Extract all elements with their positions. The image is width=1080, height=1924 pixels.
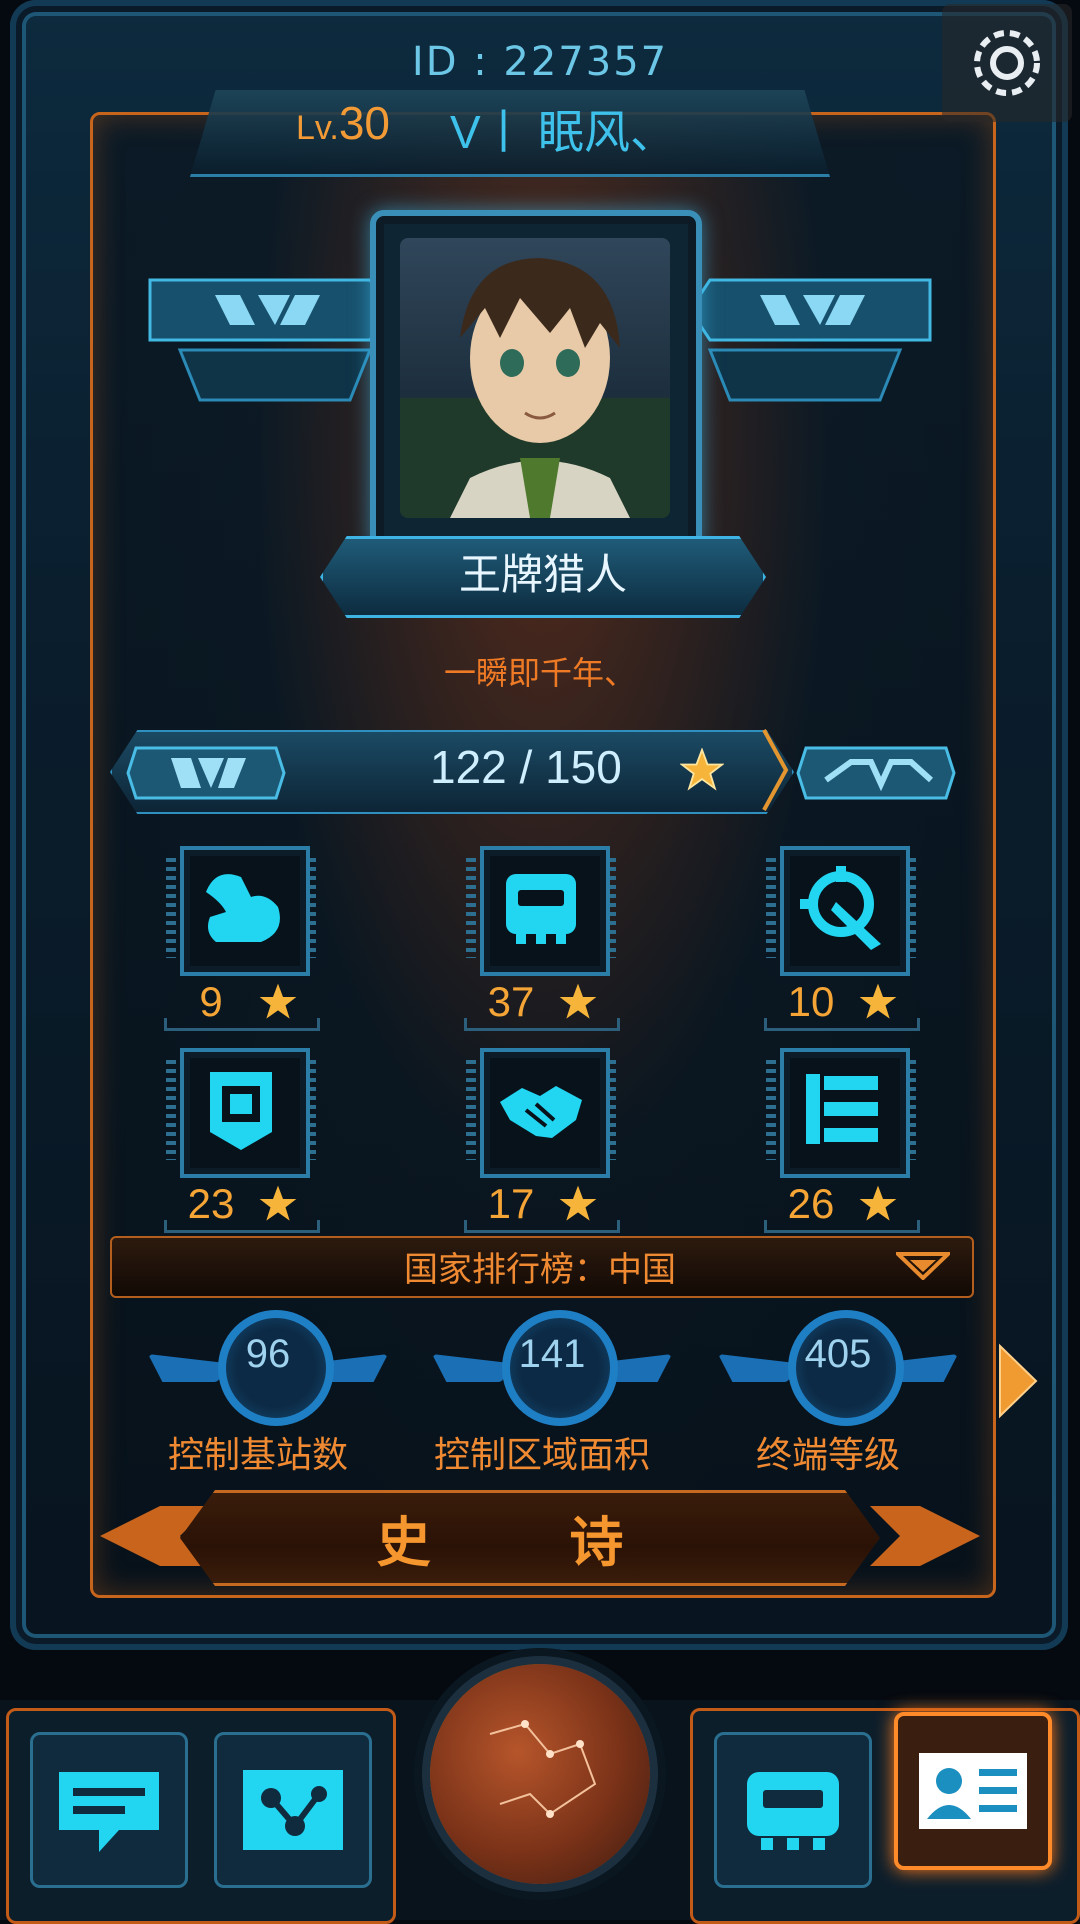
id-card-icon xyxy=(919,1753,1027,1829)
progress-end-marker xyxy=(762,729,789,811)
attribute-count: 26 xyxy=(758,1180,920,1233)
player-level: Lv.30 xyxy=(296,96,390,150)
nav-profile-button[interactable] xyxy=(894,1712,1052,1870)
level-value: 30 xyxy=(338,97,391,149)
attribute-tile-strength[interactable] xyxy=(166,838,316,988)
star-count: 122 / 150 xyxy=(430,741,622,793)
player-motto: 一瞬即千年、 xyxy=(443,654,636,692)
globe-icon xyxy=(489,1720,597,1818)
muscle-icon xyxy=(206,874,280,942)
attribute-count: 37 xyxy=(458,978,620,1031)
star-left-emblem xyxy=(126,746,286,800)
country-ranking-label: 国家排行榜：中国 xyxy=(404,1250,676,1290)
left-wing-emblem xyxy=(148,278,390,402)
chip-icon xyxy=(747,1772,839,1850)
attribute-count: 10 xyxy=(758,978,920,1031)
gear-icon xyxy=(974,30,1040,96)
attribute-count-value: 17 xyxy=(487,1180,535,1227)
nav-chip-button[interactable] xyxy=(714,1732,872,1888)
attribute-count: 9 xyxy=(158,978,320,1031)
attribute-tile-tech[interactable] xyxy=(766,1040,916,1190)
tree-icon xyxy=(806,1074,878,1144)
nav-network-button[interactable] xyxy=(214,1732,372,1888)
attribute-count: 23 xyxy=(158,1180,320,1233)
star-icon xyxy=(859,1185,897,1221)
star-icon xyxy=(259,983,297,1019)
star-icon xyxy=(859,983,897,1019)
attribute-count-value: 10 xyxy=(787,978,835,1025)
avatar-portrait xyxy=(400,258,670,518)
nav-chat-button[interactable] xyxy=(30,1732,188,1888)
stat-control-area: 141 xyxy=(432,1310,672,1430)
stat-value: 96 xyxy=(245,1332,291,1376)
right-wing-emblem xyxy=(690,278,932,402)
stat-value: 405 xyxy=(804,1332,872,1376)
attribute-tile-alliance[interactable] xyxy=(466,1040,616,1190)
player-title: 王牌猎人 xyxy=(320,536,766,618)
stat-value: 141 xyxy=(518,1332,586,1376)
level-prefix: Lv. xyxy=(296,109,339,147)
rank-title: 史 诗 xyxy=(376,1511,684,1574)
stat-label: 终端等级 xyxy=(755,1435,900,1476)
attribute-count-value: 23 xyxy=(187,1180,235,1227)
vip-mark: V丨 xyxy=(450,106,527,158)
attribute-tile-target[interactable] xyxy=(766,838,916,988)
settings-button[interactable] xyxy=(942,4,1072,122)
avatar[interactable] xyxy=(400,238,670,518)
chat-icon xyxy=(59,1772,159,1852)
star-icon xyxy=(259,1185,297,1221)
chevron-down-icon[interactable] xyxy=(896,1250,950,1280)
banner-icon xyxy=(210,1072,272,1150)
next-arrow-icon[interactable] xyxy=(996,1342,1040,1420)
star-icon xyxy=(559,1185,597,1221)
stat-terminal-level: 405 xyxy=(718,1310,958,1430)
attribute-tile-chip[interactable] xyxy=(466,838,616,988)
player-name: 眠风、 xyxy=(538,105,676,159)
star-icon xyxy=(559,983,597,1019)
chip-icon xyxy=(506,874,576,944)
world-map-button[interactable] xyxy=(430,1664,650,1884)
stat-base-stations: 96 xyxy=(148,1310,388,1430)
attribute-count-value: 9 xyxy=(199,978,223,1025)
attribute-count: 17 xyxy=(458,1180,620,1233)
stat-label: 控制基站数 xyxy=(167,1435,348,1476)
attribute-count-value: 26 xyxy=(787,1180,835,1227)
stat-label: 控制区域面积 xyxy=(433,1435,650,1476)
attribute-tile-banner[interactable] xyxy=(166,1040,316,1190)
share-icon xyxy=(243,1770,343,1850)
target-icon xyxy=(800,866,881,950)
star-right-emblem[interactable] xyxy=(796,740,956,806)
attribute-count-value: 37 xyxy=(487,978,535,1025)
star-icon xyxy=(680,748,724,791)
handshake-icon xyxy=(500,1086,582,1138)
